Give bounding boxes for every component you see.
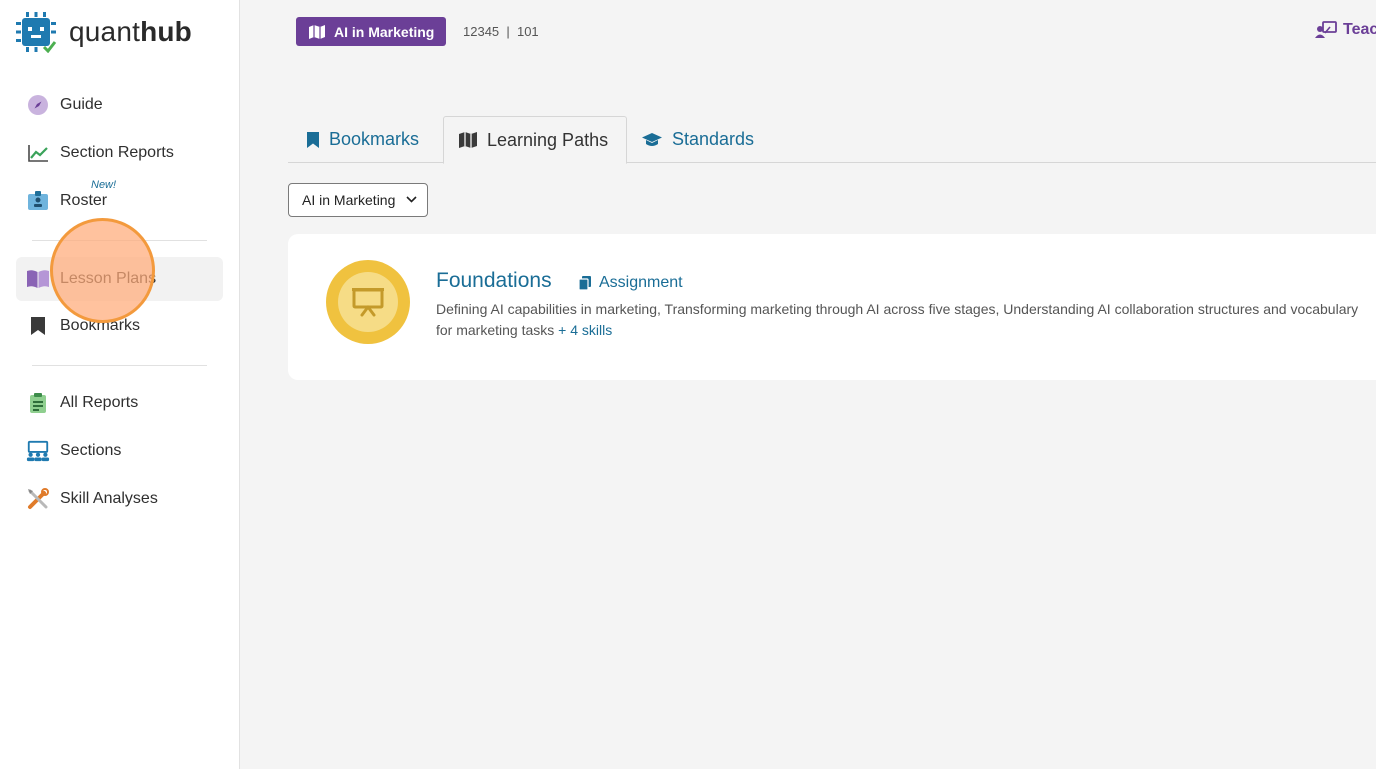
dropdown-selected-value: AI in Marketing [302,192,396,208]
assignment-link[interactable]: Assignment [578,274,683,292]
tab-bar: Bookmarks Learning Paths Standards [288,116,1376,164]
course-ids: 12345 | 101 [463,24,539,39]
sidebar-item-label: Guide [60,96,103,113]
id-badge-icon [26,189,50,213]
sidebar-item-label: All Reports [60,394,139,411]
sidebar-item-section-reports[interactable]: Section Reports [16,131,223,175]
sidebar-item-bookmarks[interactable]: Bookmarks [16,304,223,348]
copy-icon [578,276,591,291]
graduation-cap-icon [642,132,662,146]
logo-wordmark: quanthub [69,16,192,47]
map-icon [309,24,325,39]
tab-learning-paths[interactable]: Learning Paths [443,116,627,164]
sidebar-item-label: Sections [60,442,122,459]
sidebar-item-label: Lesson Plans [60,270,157,287]
book-icon [26,267,50,291]
chevron-down-icon [406,196,417,203]
quanthub-logo[interactable]: quanthub [15,11,192,53]
sidebar-divider [32,240,207,241]
bookmark-icon [26,314,50,338]
tab-label: Bookmarks [329,129,420,149]
sidebar-item-label: Skill Analyses [60,490,158,507]
map-icon [459,132,477,148]
classroom-icon [26,439,50,463]
lesson-title[interactable]: Foundations [436,269,552,293]
sidebar-item-guide[interactable]: Guide [16,83,223,127]
clipboard-icon [26,391,50,415]
compass-icon [26,93,50,117]
course-badge[interactable]: AI in Marketing [296,17,447,46]
tab-bookmarks[interactable]: Bookmarks [306,116,419,163]
sidebar-item-lesson-plans[interactable]: Lesson Plans [16,257,223,301]
assignment-label: Assignment [599,274,683,291]
bookmark-icon [307,131,319,148]
sidebar-item-roster[interactable]: Roster New! [16,179,223,223]
more-skills-link[interactable]: + 4 skills [558,322,612,338]
line-chart-icon [26,141,50,165]
new-badge: New! [91,179,117,191]
tab-standards[interactable]: Standards [641,116,754,163]
tools-icon [26,487,50,511]
chip-logo-icon [16,12,57,53]
sidebar: quanthub Guide Section Reports Roster Ne… [0,0,240,769]
presentation-icon [352,288,384,317]
sidebar-item-sections[interactable]: Sections [16,429,223,473]
learning-path-dropdown[interactable]: AI in Marketing [288,183,428,217]
teacher-label: Teacher [1343,21,1376,38]
teacher-icon [1315,21,1337,38]
presentation-badge [326,260,410,344]
sidebar-item-label: Bookmarks [60,317,141,334]
sidebar-divider [32,365,207,366]
sidebar-item-label: Section Reports [60,144,174,161]
sidebar-item-skill-analyses[interactable]: Skill Analyses [16,477,223,521]
lesson-description: Defining AI capabilities in marketing, T… [436,299,1376,341]
course-badge-label: AI in Marketing [334,23,435,40]
sidebar-item-all-reports[interactable]: All Reports [16,381,223,425]
lesson-card[interactable]: Foundations Assignment Defining AI capab… [288,234,1376,380]
sidebar-item-label: Roster [60,192,108,209]
teacher-link[interactable]: Teacher [1315,21,1376,39]
tab-label: Learning Paths [487,129,609,150]
tab-label: Standards [672,129,755,149]
